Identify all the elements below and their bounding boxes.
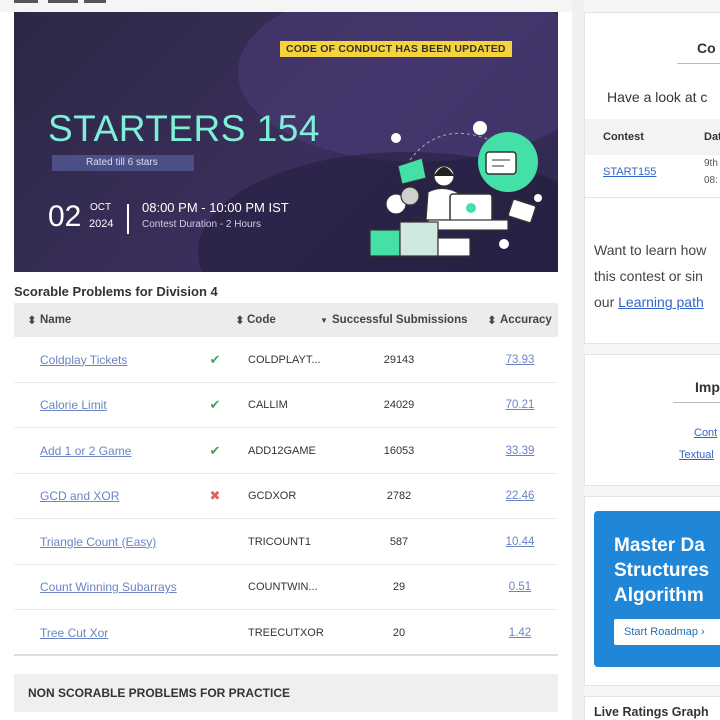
heading-underline xyxy=(677,63,720,64)
sort-desc-icon[interactable]: ▼ xyxy=(320,316,328,325)
live-ratings-title: Live Ratings Graph xyxy=(594,705,709,719)
problem-name-link[interactable]: Tree Cut Xor xyxy=(40,610,108,656)
contest-time: 08:00 PM - 10:00 PM IST xyxy=(142,200,289,215)
table-row: GCD and XOR ✖ GCDXOR 2782 22.46 xyxy=(14,474,558,520)
rated-badge: Rated till 6 stars xyxy=(52,155,194,171)
learn-text-line3: our Learning path xyxy=(594,294,704,310)
date-divider xyxy=(127,204,129,234)
division-title: Scorable Problems for Division 4 xyxy=(14,284,218,299)
sort-icon[interactable]: ⬍ xyxy=(487,313,497,327)
problem-code: TREECUTXOR xyxy=(248,626,324,639)
problem-name-link[interactable]: Triangle Count (Easy) xyxy=(40,519,156,565)
header-accuracy[interactable]: Accuracy xyxy=(500,314,552,326)
contest-day: 02 xyxy=(48,200,82,233)
top-bar xyxy=(0,0,720,12)
promo-line2: Structures xyxy=(614,560,710,581)
column-gutter xyxy=(572,0,584,720)
problem-submissions: 587 xyxy=(389,535,409,548)
problem-accuracy-link[interactable]: 0.51 xyxy=(490,565,550,611)
header-date: Dat xyxy=(704,131,720,143)
problem-submissions: 29143 xyxy=(383,353,415,366)
promo-card: Master Da Structures Algorithm Start Roa… xyxy=(584,496,720,686)
problem-accuracy-link[interactable]: 1.42 xyxy=(490,610,550,656)
card-heading: Co xyxy=(697,40,716,56)
problem-name-link[interactable]: Calorie Limit xyxy=(40,383,107,429)
solved-check-icon: ✔ xyxy=(209,442,221,458)
nonscorable-section-header[interactable]: NON SCORABLE PROBLEMS FOR PRACTICE xyxy=(14,674,558,712)
problem-code: CALLIM xyxy=(248,399,288,412)
problem-name-link[interactable]: Coldplay Tickets xyxy=(40,337,127,383)
solved-check-icon: ✔ xyxy=(209,351,221,367)
problem-submissions: 2782 xyxy=(386,490,412,503)
contest-month: OCT xyxy=(90,202,112,213)
table-row: Triangle Count (Easy) TRICOUNT1 587 10.4… xyxy=(14,519,558,565)
learn-text-line1: Want to learn how xyxy=(594,242,707,258)
important-link[interactable]: Textual xyxy=(679,449,714,461)
promo-line3: Algorithm xyxy=(614,585,704,606)
contests-table-header: Contest Dat xyxy=(585,119,720,155)
problem-code: GCDXOR xyxy=(248,490,297,503)
contest-year: 2024 xyxy=(89,218,114,230)
problem-code: COLDPLAYT... xyxy=(248,353,321,366)
problem-submissions: 16053 xyxy=(383,444,415,457)
contest-banner: CODE OF CONDUCT HAS BEEN UPDATED STARTER… xyxy=(14,12,558,272)
live-ratings-card: Live Ratings Graph xyxy=(584,696,720,720)
roadmap-promo-banner[interactable]: Master Da Structures Algorithm Start Roa… xyxy=(594,511,720,667)
table-row: Count Winning Subarrays COUNTWIN... 29 0… xyxy=(14,565,558,611)
problem-code: TRICOUNT1 xyxy=(248,535,311,548)
header-name[interactable]: Name xyxy=(40,314,71,326)
problem-accuracy-link[interactable]: 33.39 xyxy=(490,428,550,474)
important-links-card: Imp Cont Textual xyxy=(584,354,720,486)
problem-accuracy-link[interactable]: 22.46 xyxy=(490,474,550,520)
header-contest: Contest xyxy=(603,131,644,143)
problem-accuracy-link[interactable]: 73.93 xyxy=(490,337,550,383)
problem-submissions: 20 xyxy=(392,626,406,639)
table-row: Tree Cut Xor TREECUTXOR 20 1.42 xyxy=(14,610,558,656)
learn-prefix: our xyxy=(594,294,619,310)
card-intro-text: Have a look at c xyxy=(607,89,708,105)
start-roadmap-button[interactable]: Start Roadmap › xyxy=(614,619,720,645)
table-header: ⬍ Name ⬍ Code ▼ Successful Submissions ⬍… xyxy=(14,303,558,337)
problem-accuracy-link[interactable]: 10.44 xyxy=(490,519,550,565)
table-row: Add 1 or 2 Game ✔ ADD12GAME 16053 33.39 xyxy=(14,428,558,474)
table-row: Calorie Limit ✔ CALLIM 24029 70.21 xyxy=(14,383,558,429)
learning-path-link[interactable]: Learning path xyxy=(618,294,704,310)
sort-icon[interactable]: ⬍ xyxy=(27,313,37,327)
next-contest-date: 9th xyxy=(704,158,718,169)
main-column: CODE OF CONDUCT HAS BEEN UPDATED STARTER… xyxy=(0,0,720,720)
header-code[interactable]: Code xyxy=(247,314,276,326)
upcoming-contests-card: Co Have a look at c Contest Dat START155… xyxy=(584,12,720,344)
problem-submissions: 29 xyxy=(392,581,406,594)
next-contest-link[interactable]: START155 xyxy=(603,166,656,178)
problem-name-link[interactable]: Count Winning Subarrays xyxy=(40,565,177,611)
learn-text-line2: this contest or sin xyxy=(594,268,703,284)
coder-illustration xyxy=(369,121,542,257)
solved-check-icon: ✔ xyxy=(209,397,221,413)
problem-name-link[interactable]: GCD and XOR xyxy=(40,474,119,520)
sort-icon[interactable]: ⬍ xyxy=(235,313,245,327)
contest-duration: Contest Duration - 2 Hours xyxy=(142,219,261,230)
table-row: Coldplay Tickets ✔ COLDPLAYT... 29143 73… xyxy=(14,337,558,383)
promo-line1: Master Da xyxy=(614,535,705,556)
problem-name-link[interactable]: Add 1 or 2 Game xyxy=(40,428,131,474)
code-of-conduct-notice[interactable]: CODE OF CONDUCT HAS BEEN UPDATED xyxy=(280,41,512,57)
next-contest-time: 08: xyxy=(704,175,718,186)
row-divider xyxy=(585,197,720,198)
failed-cross-icon: ✖ xyxy=(209,488,221,504)
problems-table: ⬍ Name ⬍ Code ▼ Successful Submissions ⬍… xyxy=(14,303,558,656)
table-bottom-border xyxy=(14,654,558,656)
problem-code: COUNTWIN... xyxy=(248,581,318,594)
problem-code: ADD12GAME xyxy=(248,444,316,457)
contest-title: STARTERS 154 xyxy=(48,108,320,149)
card-heading: Imp xyxy=(695,379,720,395)
heading-underline xyxy=(673,402,720,403)
problem-accuracy-link[interactable]: 70.21 xyxy=(490,383,550,429)
problem-submissions: 24029 xyxy=(383,399,415,412)
header-submissions[interactable]: Successful Submissions xyxy=(332,314,468,326)
important-link[interactable]: Cont xyxy=(694,427,717,439)
